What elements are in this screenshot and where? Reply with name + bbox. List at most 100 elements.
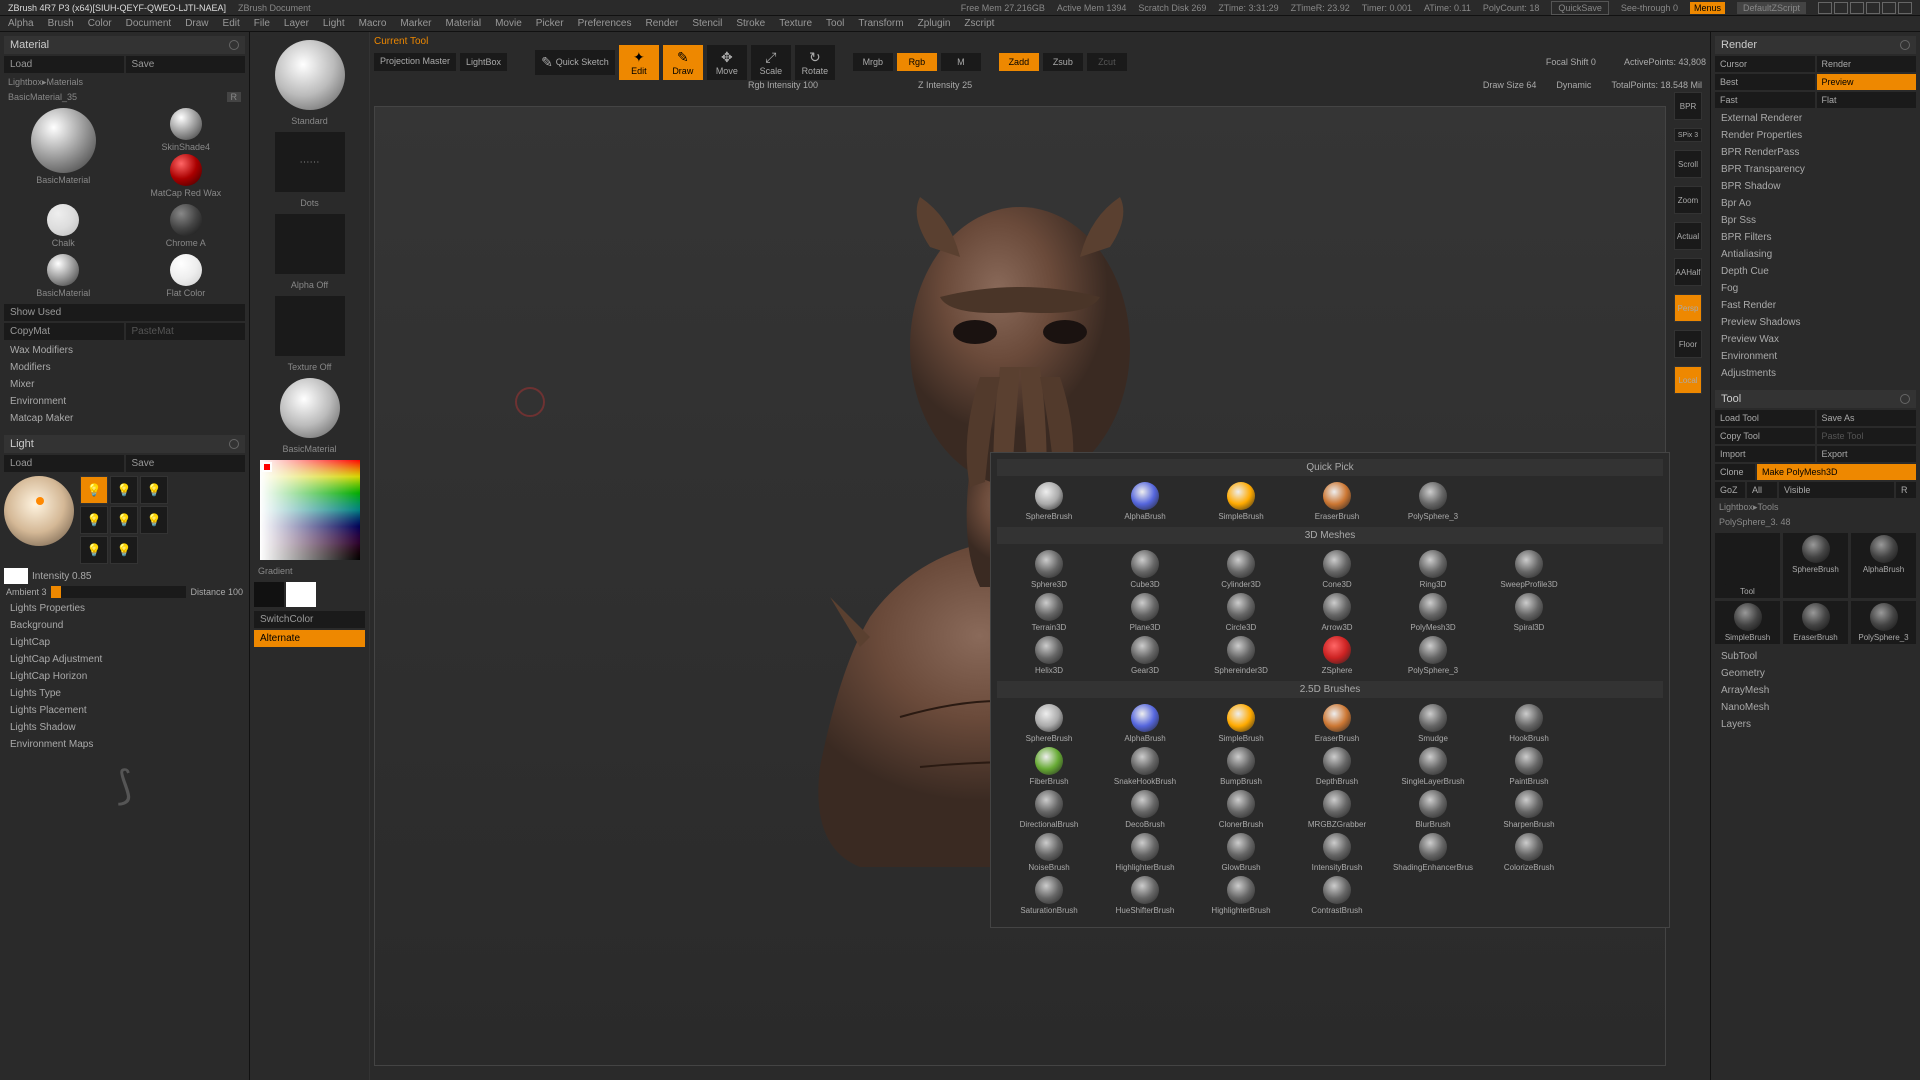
render-button[interactable]: Render bbox=[1817, 56, 1917, 72]
rgb-button[interactable]: Rgb bbox=[897, 53, 937, 71]
spix-slider[interactable]: SPix 3 bbox=[1674, 128, 1702, 142]
tool-item-noisebrush[interactable]: NoiseBrush bbox=[1003, 833, 1095, 872]
tool-item-decobrush[interactable]: DecoBrush bbox=[1099, 790, 1191, 829]
tool-item-highlighterbrush[interactable]: HighlighterBrush bbox=[1195, 876, 1287, 915]
clone-button[interactable]: Clone bbox=[1715, 464, 1755, 480]
distance-slider[interactable]: Distance 100 bbox=[190, 587, 243, 597]
tool-item-zsphere[interactable]: ZSphere bbox=[1291, 636, 1383, 675]
primary-color-swatch[interactable] bbox=[286, 582, 316, 607]
alternate-button[interactable]: Alternate bbox=[254, 630, 365, 647]
tool-item-spiral3d[interactable]: Spiral3D bbox=[1483, 593, 1575, 632]
close-icon[interactable] bbox=[1898, 2, 1912, 14]
pastemat-button[interactable]: PasteMat bbox=[126, 323, 246, 340]
tool-item-smudge[interactable]: Smudge bbox=[1387, 704, 1479, 743]
tool-thumb[interactable]: AlphaBrush bbox=[1851, 533, 1916, 598]
light-slot-button[interactable]: 💡 bbox=[110, 506, 138, 534]
intensity-slider[interactable]: Intensity 0.85 bbox=[32, 571, 91, 582]
render-section[interactable]: Render Properties bbox=[1715, 127, 1916, 144]
render-section[interactable]: BPR Filters bbox=[1715, 229, 1916, 246]
tool-item-hookbrush[interactable]: HookBrush bbox=[1483, 704, 1575, 743]
light-section[interactable]: Environment Maps bbox=[4, 736, 245, 753]
menu-draw[interactable]: Draw bbox=[185, 18, 208, 29]
tool-item-alphabrush[interactable]: AlphaBrush bbox=[1099, 482, 1191, 521]
menu-marker[interactable]: Marker bbox=[400, 18, 431, 29]
tool-section[interactable]: ArrayMesh bbox=[1715, 682, 1916, 699]
flat-button[interactable]: Flat bbox=[1817, 92, 1917, 108]
light-section[interactable]: LightCap Horizon bbox=[4, 668, 245, 685]
menu-document[interactable]: Document bbox=[126, 18, 172, 29]
actual-button[interactable]: Actual bbox=[1674, 222, 1702, 250]
menu-color[interactable]: Color bbox=[88, 18, 112, 29]
local-button[interactable]: Local bbox=[1674, 366, 1702, 394]
tool-item-gear3d[interactable]: Gear3D bbox=[1099, 636, 1191, 675]
export-button[interactable]: Export bbox=[1817, 446, 1917, 462]
render-section[interactable]: BPR RenderPass bbox=[1715, 144, 1916, 161]
material-palette-header[interactable]: Material bbox=[4, 36, 245, 54]
tool-item-spherebrush[interactable]: SphereBrush bbox=[1003, 704, 1095, 743]
menu-layer[interactable]: Layer bbox=[284, 18, 309, 29]
tool-item-eraserbrush[interactable]: EraserBrush bbox=[1291, 482, 1383, 521]
tool-palette-header[interactable]: Tool bbox=[1715, 390, 1916, 408]
tool-section[interactable]: NanoMesh bbox=[1715, 699, 1916, 716]
light-section[interactable]: LightCap bbox=[4, 634, 245, 651]
zcut-button[interactable]: Zcut bbox=[1087, 53, 1127, 71]
menu-brush[interactable]: Brush bbox=[48, 18, 74, 29]
light-section[interactable]: Background bbox=[4, 617, 245, 634]
tool-item-simplebrush[interactable]: SimpleBrush bbox=[1195, 482, 1287, 521]
mrgb-button[interactable]: Mrgb bbox=[853, 53, 893, 71]
tool-item-intensitybrush[interactable]: IntensityBrush bbox=[1291, 833, 1383, 872]
lightbox-button[interactable]: LightBox bbox=[460, 53, 507, 71]
menu-movie[interactable]: Movie bbox=[495, 18, 522, 29]
light-section[interactable]: Lights Properties bbox=[4, 600, 245, 617]
material-preview[interactable] bbox=[280, 378, 340, 438]
render-section[interactable]: Antialiasing bbox=[1715, 246, 1916, 263]
tool-item-cylinder3d[interactable]: Cylinder3D bbox=[1195, 550, 1287, 589]
bpr-button[interactable]: BPR bbox=[1674, 92, 1702, 120]
render-section[interactable]: Depth Cue bbox=[1715, 263, 1916, 280]
render-section[interactable]: BPR Shadow bbox=[1715, 178, 1916, 195]
light-section[interactable]: LightCap Adjustment bbox=[4, 651, 245, 668]
menu-macro[interactable]: Macro bbox=[359, 18, 387, 29]
tool-item-cube3d[interactable]: Cube3D bbox=[1099, 550, 1191, 589]
tool-item-fiberbrush[interactable]: FiberBrush bbox=[1003, 747, 1095, 786]
material-thumbnail[interactable] bbox=[170, 204, 202, 236]
light-slot-button[interactable]: 💡 bbox=[110, 536, 138, 564]
m-button[interactable]: M bbox=[941, 53, 981, 71]
light-slot-button[interactable]: 💡 bbox=[80, 506, 108, 534]
aahalf-button[interactable]: AAHalf bbox=[1674, 258, 1702, 286]
menu-render[interactable]: Render bbox=[646, 18, 679, 29]
lightbox-materials-link[interactable]: Lightbox▸Materials bbox=[4, 75, 245, 90]
z-intensity-slider[interactable]: Z Intensity 25 bbox=[918, 80, 972, 90]
light-color-swatch[interactable] bbox=[4, 568, 28, 584]
tool-item-clonerbrush[interactable]: ClonerBrush bbox=[1195, 790, 1287, 829]
make-polymesh-button[interactable]: Make PolyMesh3D bbox=[1757, 464, 1916, 480]
goz-button[interactable]: GoZ bbox=[1715, 482, 1745, 498]
menu-alpha[interactable]: Alpha bbox=[8, 18, 34, 29]
tool-item-shadingenhancerbrus[interactable]: ShadingEnhancerBrus bbox=[1387, 833, 1479, 872]
r-button[interactable]: R bbox=[1896, 482, 1916, 498]
tool-section[interactable]: Layers bbox=[1715, 716, 1916, 733]
tool-item-contrastbrush[interactable]: ContrastBrush bbox=[1291, 876, 1383, 915]
focal-shift-slider[interactable]: Focal Shift 0 bbox=[1546, 57, 1596, 67]
menu-zscript[interactable]: Zscript bbox=[964, 18, 994, 29]
persp-button[interactable]: Persp bbox=[1674, 294, 1702, 322]
scale-button[interactable]: ⤢Scale bbox=[751, 45, 791, 80]
tool-item-alphabrush[interactable]: AlphaBrush bbox=[1099, 704, 1191, 743]
tool-item-singlelayerbrush[interactable]: SingleLayerBrush bbox=[1387, 747, 1479, 786]
copymat-button[interactable]: CopyMat bbox=[4, 323, 124, 340]
material-section[interactable]: Modifiers bbox=[4, 359, 245, 376]
save-light-button[interactable]: Save bbox=[126, 455, 246, 472]
tool-item-directionalbrush[interactable]: DirectionalBrush bbox=[1003, 790, 1095, 829]
light-slot-button[interactable]: 💡 bbox=[80, 476, 108, 504]
tool-item-polysphere_3[interactable]: PolySphere_3 bbox=[1387, 482, 1479, 521]
dock-icon[interactable] bbox=[229, 439, 239, 449]
render-section[interactable]: Adjustments bbox=[1715, 365, 1916, 382]
load-tool-button[interactable]: Load Tool bbox=[1715, 410, 1815, 426]
tool-thumb[interactable]: SimpleBrush bbox=[1715, 601, 1780, 644]
tool-item-polymesh3d[interactable]: PolyMesh3D bbox=[1387, 593, 1479, 632]
render-section[interactable]: BPR Transparency bbox=[1715, 161, 1916, 178]
menu-stroke[interactable]: Stroke bbox=[736, 18, 765, 29]
light-section[interactable]: Lights Shadow bbox=[4, 719, 245, 736]
secondary-color-swatch[interactable] bbox=[254, 582, 284, 607]
tool-thumb[interactable]: Tool bbox=[1715, 533, 1780, 598]
